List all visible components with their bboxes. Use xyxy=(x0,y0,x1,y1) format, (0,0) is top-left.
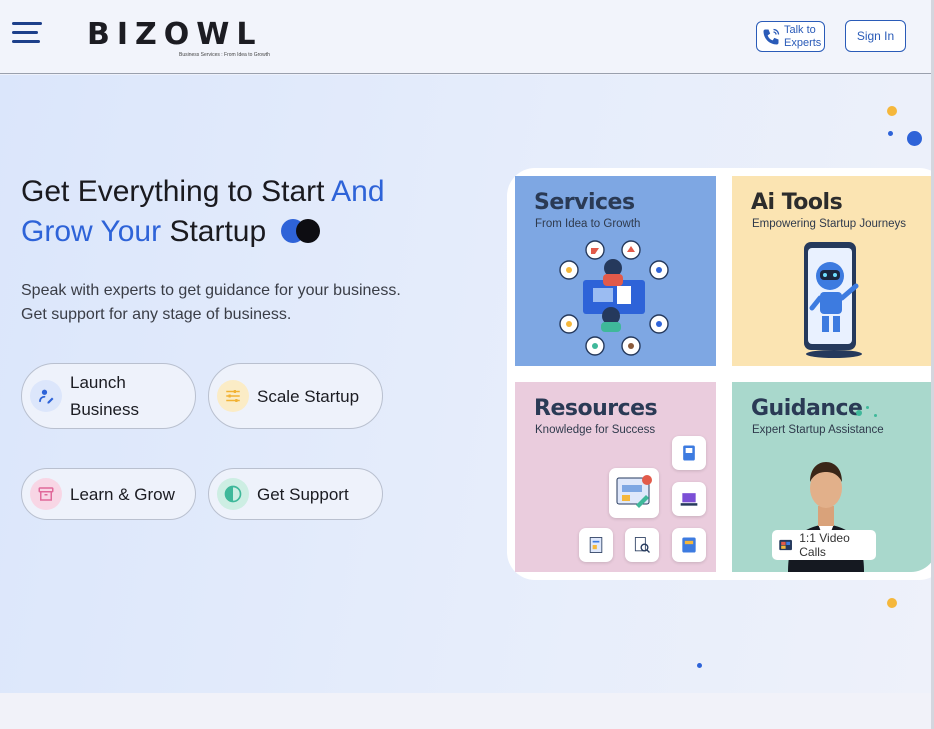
ai-tools-title: Ai Tools xyxy=(751,190,843,215)
get-support-label: Get Support xyxy=(257,484,349,504)
logo-wordmark: BIZOWL xyxy=(87,17,263,52)
feature-cards-panel: Services From Idea to Growth Ai Tools Em… xyxy=(507,168,934,580)
talk-to-experts-label: Talk to Experts xyxy=(784,23,822,49)
ai-tools-subtitle: Empowering Startup Journeys xyxy=(752,218,907,230)
guidance-decor-dots xyxy=(856,410,862,416)
decor-dot-yellow-2 xyxy=(887,598,897,608)
page-footer-strip xyxy=(0,693,934,729)
video-calls-label: 1:1 Video Calls xyxy=(799,531,850,559)
logo-tagline: Business Services : From Idea to Growth xyxy=(179,52,270,58)
sliders-icon xyxy=(217,380,249,412)
launch-business-label: Launch Business xyxy=(70,373,139,419)
video-calls-badge[interactable]: 1:1 Video Calls xyxy=(772,530,876,560)
hero-subtext: Speak with experts to get guidance for y… xyxy=(21,279,461,327)
guidance-decor-dots-2 xyxy=(866,406,869,409)
services-subtitle: From Idea to Growth xyxy=(535,218,641,230)
rocket-pen-icon xyxy=(30,380,62,412)
launch-business-button[interactable]: Launch Business xyxy=(21,363,196,429)
phone-icon xyxy=(763,28,780,44)
video-call-icon xyxy=(779,539,792,551)
decor-dot-blue-small xyxy=(888,131,893,136)
report-icon xyxy=(579,528,613,562)
services-illustration xyxy=(559,240,669,356)
get-support-button[interactable]: Get Support xyxy=(208,468,383,520)
subtext-line-1: Speak with experts to get guidance for y… xyxy=(21,282,401,299)
decor-dot-yellow xyxy=(887,106,897,116)
guidance-subtitle: Expert Startup Assistance xyxy=(752,424,884,436)
bizowl-logo[interactable]: BIZOWL Business Services : From Idea to … xyxy=(87,17,270,59)
services-card[interactable]: Services From Idea to Growth xyxy=(515,176,716,366)
top-nav-bar: BIZOWL Business Services : From Idea to … xyxy=(0,0,934,74)
headline-text-2: Startup xyxy=(169,215,267,248)
headline-accent-1: And xyxy=(331,175,385,208)
toggle-dots-icon xyxy=(280,219,323,243)
blog-icon xyxy=(609,468,659,518)
services-title: Services xyxy=(534,190,635,215)
decor-dot-blue xyxy=(907,131,922,146)
sign-in-button[interactable]: Sign In xyxy=(845,20,906,52)
half-circle-icon xyxy=(217,478,249,510)
headline-text-1: Get Everything to Start xyxy=(21,175,325,208)
hamburger-menu-icon[interactable] xyxy=(12,22,42,44)
decor-dot-blue-tiny xyxy=(697,663,702,668)
guidance-decor-dots-3 xyxy=(874,414,877,417)
document-search-icon xyxy=(625,528,659,562)
laptop-icon xyxy=(672,482,706,516)
resources-title: Resources xyxy=(534,396,658,421)
resources-subtitle: Knowledge for Success xyxy=(535,424,656,436)
guidance-title: Guidance xyxy=(751,396,863,421)
scale-startup-label: Scale Startup xyxy=(257,386,360,406)
notebook-icon xyxy=(672,528,706,562)
robot-phone-illustration xyxy=(804,242,862,358)
hero-headline: Get Everything to Start And Grow Your St… xyxy=(21,172,441,252)
subtext-line-2: Get support for any stage of business. xyxy=(21,306,292,323)
learn-grow-label: Learn & Grow xyxy=(70,484,175,504)
guidance-card[interactable]: Guidance Expert Startup Assistance 1:1 V… xyxy=(732,382,934,572)
talk-to-experts-button[interactable]: Talk to Experts xyxy=(756,21,825,52)
headline-accent-2: Grow Your xyxy=(21,215,162,248)
scale-startup-button[interactable]: Scale Startup xyxy=(208,363,383,429)
learn-grow-button[interactable]: Learn & Grow xyxy=(21,468,196,520)
book-icon xyxy=(672,436,706,470)
ai-tools-card[interactable]: Ai Tools Empowering Startup Journeys xyxy=(732,176,934,366)
archive-box-icon xyxy=(30,478,62,510)
resources-card[interactable]: Resources Knowledge for Success xyxy=(515,382,716,572)
